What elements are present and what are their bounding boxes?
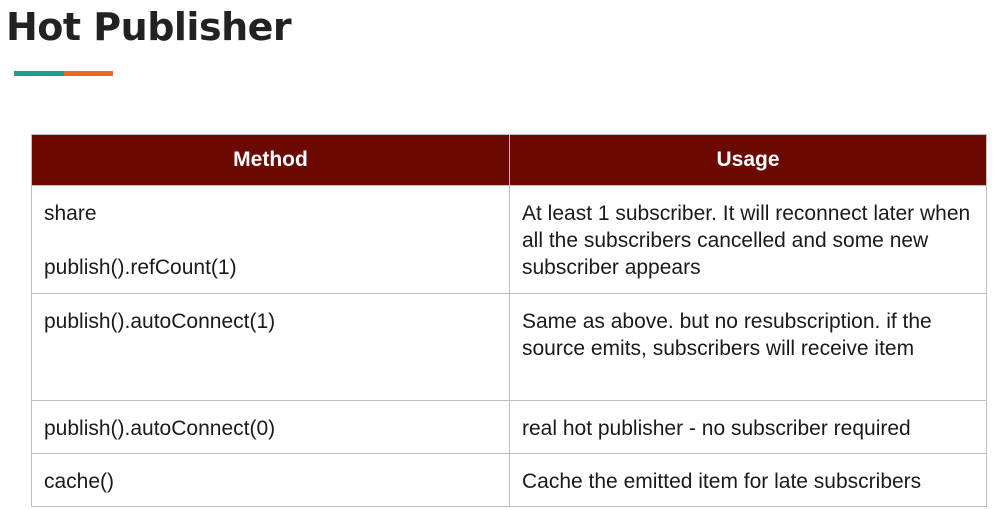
method-text: publish().refCount(1) xyxy=(44,256,237,279)
table-row: publish().autoConnect(1) Same as above. … xyxy=(31,293,987,401)
method-text: cache() xyxy=(44,470,115,493)
usage-cell: real hot publisher - no subscriber requi… xyxy=(509,400,987,454)
usage-cell: Cache the emitted item for late subscrib… xyxy=(509,453,987,507)
method-text: publish().autoConnect(1) xyxy=(44,310,276,333)
table-row: publish().autoConnect(0) real hot publis… xyxy=(31,400,987,454)
method-text: publish().autoConnect(0) xyxy=(44,417,276,440)
method-text: share xyxy=(44,202,97,225)
table-row: share publish().refCount(1) At least 1 s… xyxy=(31,185,987,294)
method-spacer xyxy=(44,227,497,254)
page-title: Hot Publisher xyxy=(6,5,292,49)
title-underline-orange xyxy=(64,71,113,76)
method-cell: share publish().refCount(1) xyxy=(31,185,510,294)
title-underline-teal xyxy=(14,71,64,76)
usage-cell: At least 1 subscriber. It will reconnect… xyxy=(509,185,987,294)
title-underline xyxy=(14,71,113,76)
usage-cell: Same as above. but no resubscription. if… xyxy=(509,293,987,401)
method-cell: publish().autoConnect(0) xyxy=(31,400,510,454)
table-row: cache() Cache the emitted item for late … xyxy=(31,453,987,507)
header-usage: Usage xyxy=(509,134,987,186)
method-cell: cache() xyxy=(31,453,510,507)
methods-table: Method Usage share publish().refCount(1)… xyxy=(31,134,987,507)
method-cell: publish().autoConnect(1) xyxy=(31,293,510,401)
table-header-row: Method Usage xyxy=(31,134,987,186)
header-method: Method xyxy=(31,134,510,186)
